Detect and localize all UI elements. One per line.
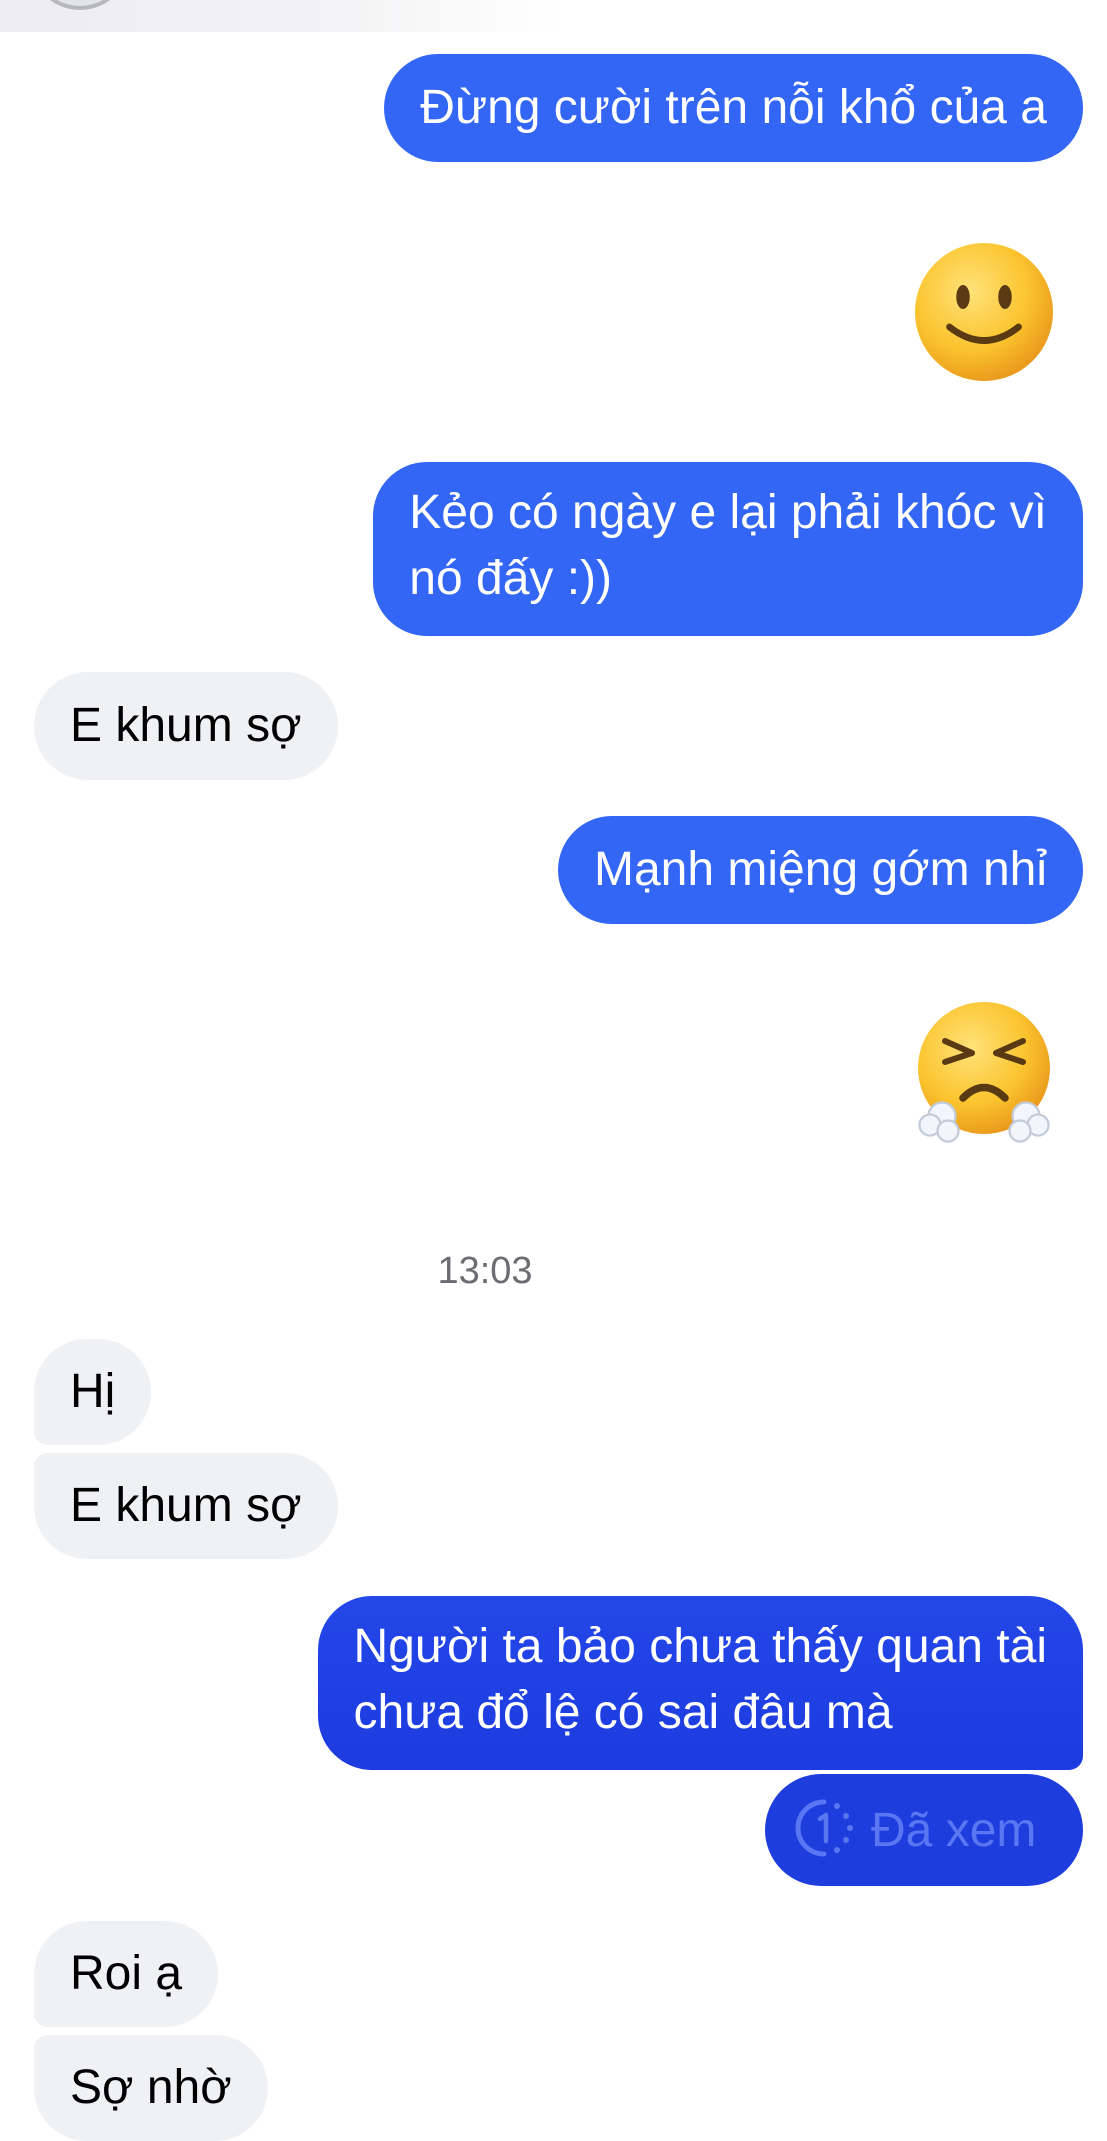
message-text-line: Kẻo có ngày e lại phải khóc vì	[409, 486, 1047, 539]
message-text: Mạnh miệng gớm nhỉ	[593, 843, 1047, 896]
clock-one-icon	[793, 1797, 855, 1864]
message-text: Đừng cười trên nỗi khổ của a	[420, 81, 1047, 134]
outgoing-message-bubble[interactable]: Kẻo có ngày e lại phải khóc vì nó đấy :)…	[373, 462, 1083, 636]
face-with-steam-from-nose-icon[interactable]	[909, 996, 1059, 1146]
incoming-message-bubble[interactable]: Sợ nhờ	[34, 2035, 268, 2141]
message-text-line: nó đấy :))	[409, 552, 613, 605]
message-text: Sợ nhờ	[70, 2061, 232, 2114]
message-text: Roi ạ	[70, 1947, 183, 2000]
message-text-line: chưa đổ lệ có sai đâu mà	[353, 1686, 893, 1739]
message-text: E khum sợ	[70, 1479, 302, 1532]
incoming-message-bubble[interactable]: Hị	[34, 1339, 152, 1445]
slightly-smiling-face-icon[interactable]	[909, 237, 1059, 387]
seen-status-bubble: Đã xem	[765, 1774, 1083, 1886]
seen-status-text: Đã xem	[871, 1803, 1037, 1857]
message-text: E khum sợ	[70, 699, 302, 752]
timestamp: 13:03	[437, 1250, 533, 1292]
incoming-message-bubble[interactable]: Roi ạ	[34, 1921, 219, 2027]
incoming-message-bubble[interactable]: E khum sợ	[34, 672, 338, 780]
outgoing-message-bubble[interactable]: Đừng cười trên nỗi khổ của a	[384, 54, 1083, 162]
message-text-line: Người ta bảo chưa thấy quan tài	[353, 1620, 1048, 1673]
outgoing-message-bubble[interactable]: Người ta bảo chưa thấy quan tài chưa đổ …	[317, 1596, 1083, 1770]
outgoing-message-bubble[interactable]: Mạnh miệng gớm nhỉ	[557, 816, 1083, 924]
message-text: Hị	[70, 1365, 116, 1418]
incoming-message-bubble[interactable]: E khum sợ	[34, 1453, 338, 1559]
